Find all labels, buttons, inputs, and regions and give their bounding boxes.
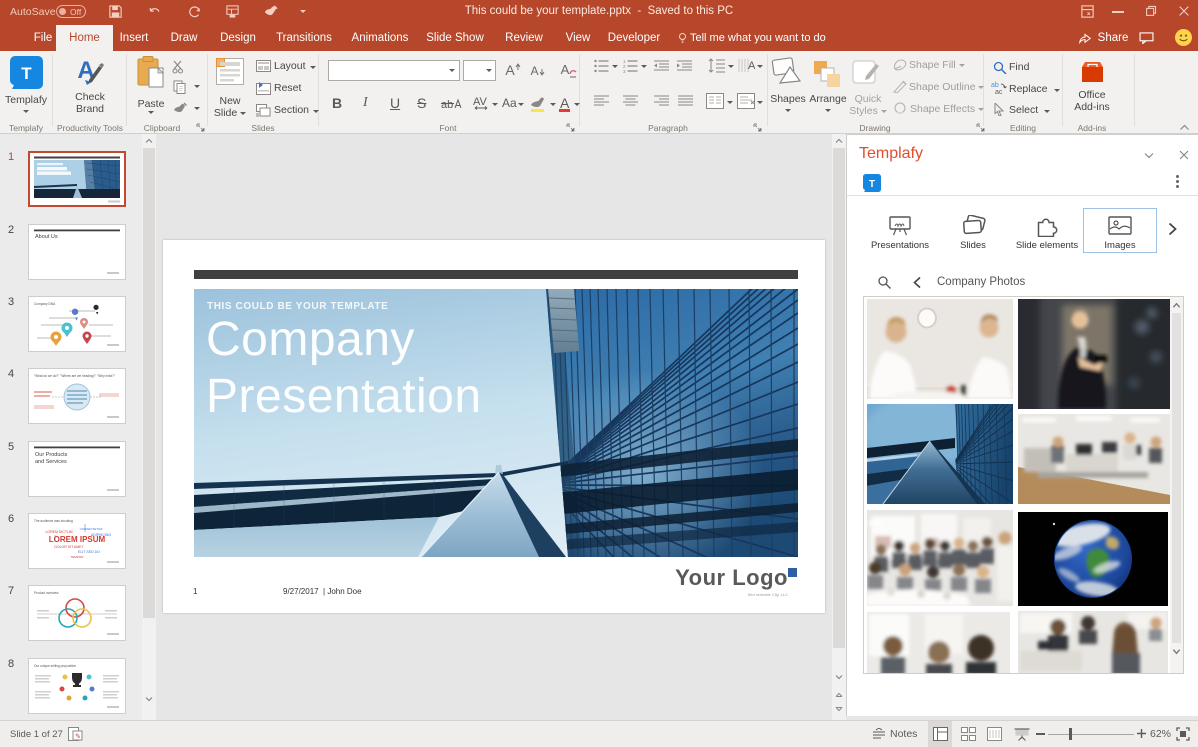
svg-text:"What do we do?" "Where are we: "What do we do?" "Where are we heading?"… — [34, 374, 115, 378]
svg-text:Product overview: Product overview — [34, 591, 59, 595]
svg-text:✎: ✎ — [75, 734, 81, 741]
svg-text:DOLOR SIT AMET: DOLOR SIT AMET — [54, 545, 84, 549]
svg-text:ELIT SED DO: ELIT SED DO — [78, 550, 100, 554]
svg-text:Company DNA: Company DNA — [34, 302, 56, 306]
svg-text:TEMPOR: TEMPOR — [71, 555, 85, 559]
svg-text:Our Products: Our Products — [35, 452, 68, 458]
svg-text:About Us: About Us — [35, 234, 58, 240]
svg-text:LOREM DICTUM: LOREM DICTUM — [45, 530, 72, 534]
svg-text:ac: ac — [995, 89, 1003, 95]
svg-text:A: A — [505, 62, 515, 78]
svg-text:Our unique selling proposition: Our unique selling proposition — [34, 664, 76, 668]
svg-text:ADIPISCING: ADIPISCING — [91, 533, 112, 537]
svg-text:CONSECTETUR: CONSECTETUR — [80, 527, 104, 531]
svg-text:and Services: and Services — [35, 459, 67, 465]
svg-text:T: T — [869, 179, 875, 190]
svg-text:T: T — [21, 64, 32, 83]
svg-text:A: A — [748, 60, 755, 72]
svg-text:3: 3 — [623, 69, 626, 73]
svg-text:ab: ab — [441, 99, 453, 111]
svg-text:The audience was shouting: The audience was shouting — [34, 519, 73, 523]
svg-text:A: A — [561, 62, 570, 77]
svg-text:A: A — [530, 64, 538, 78]
svg-text:ab: ab — [991, 82, 999, 89]
